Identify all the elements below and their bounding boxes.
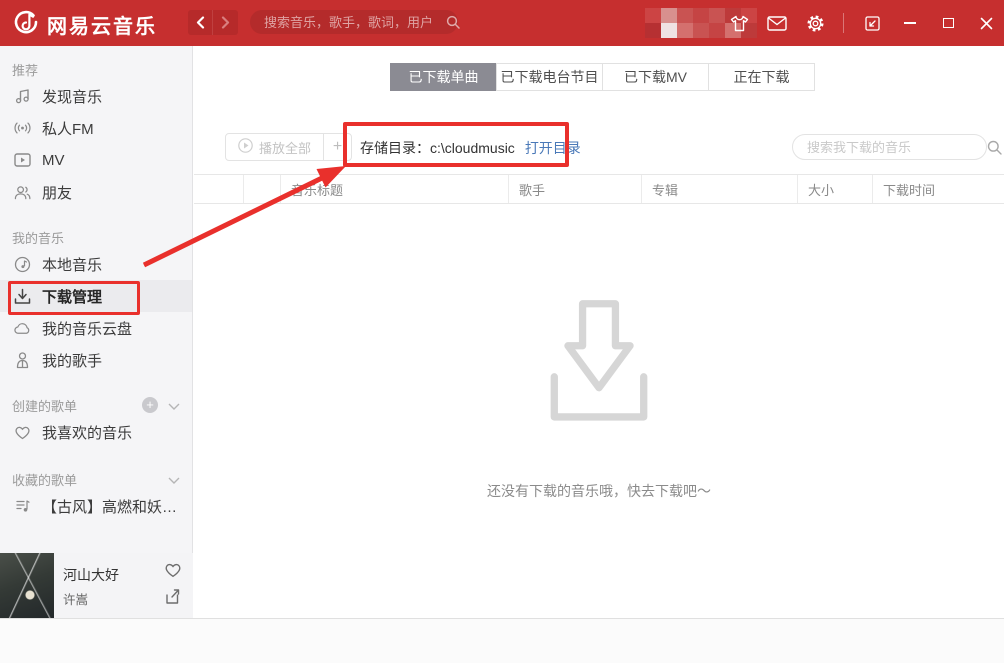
tab-downloaded-mv[interactable]: 已下载MV [602,63,709,91]
nav-back-button[interactable] [188,10,213,35]
sidebar-item-friends[interactable]: 朋友 [0,176,192,208]
download-manager-page: 已下载单曲 已下载电台节目 已下载MV 正在下载 播放全部 + 存储目录：c:\… [194,46,1004,618]
storage-directory: 存储目录：c:\cloudmusic 打开目录 [360,138,581,158]
search-icon[interactable] [987,140,1002,155]
open-directory-link[interactable]: 打开目录 [525,138,581,158]
header-divider [843,13,844,33]
column-album: 专辑 [642,175,798,203]
sidebar-item-cloud-disk[interactable]: 我的音乐云盘 [0,312,192,344]
like-song-icon[interactable] [164,562,182,583]
now-playing-title[interactable]: 河山大好 [63,565,119,585]
download-search-input[interactable] [793,140,987,155]
tab-downloading[interactable]: 正在下载 [708,63,815,91]
global-search-box[interactable] [250,10,458,34]
download-empty-icon [526,421,672,438]
sidebar-item-label: 发现音乐 [42,86,102,107]
empty-state: 还没有下载的音乐哦，快去下载吧～ [194,294,1004,501]
sidebar-item-label: MV [42,152,65,169]
sidebar-item-my-singers[interactable]: 我的歌手 [0,344,192,376]
storage-directory-path: c:\cloudmusic [430,140,515,156]
play-all-button[interactable]: 播放全部 + [225,133,352,161]
music-note-icon [14,88,31,105]
app-window: 网易云音乐 [0,0,1004,663]
skin-icon[interactable] [729,13,749,33]
album-art[interactable] [0,553,54,618]
column-select [194,175,244,203]
sidebar-item-download-manager[interactable]: 下载管理 [0,280,192,312]
sidebar-item-label: 我的歌手 [42,350,102,371]
maximize-icon[interactable] [938,13,958,33]
sidebar: 推荐 发现音乐 私人FM MV 朋友 我的音乐 [0,46,193,553]
download-search-box[interactable] [792,134,987,160]
friends-icon [14,184,31,201]
mini-mode-icon[interactable] [862,13,882,33]
sidebar-item-liked-music[interactable]: 我喜欢的音乐 [0,416,192,448]
download-tabs: 已下载单曲 已下载电台节目 已下载MV 正在下载 [391,63,815,91]
sidebar-item-playlist-gufeng[interactable]: 【古风】高燃和妖气满满... [0,490,192,522]
column-artist: 歌手 [509,175,642,203]
sidebar-item-label: 下载管理 [42,286,102,307]
sidebar-section-recommend: 推荐 [0,46,192,80]
heart-icon [14,424,31,441]
column-size: 大小 [798,175,873,203]
storage-directory-label: 存储目录： [360,138,430,158]
chevron-down-icon[interactable] [168,398,180,413]
sidebar-item-label: 我喜欢的音乐 [42,422,132,443]
tab-downloaded-songs[interactable]: 已下载单曲 [390,63,497,91]
singer-icon [14,352,31,369]
sidebar-item-label: 我的音乐云盘 [42,318,132,339]
add-to-playlist-button[interactable]: + [324,134,351,160]
title-bar: 网易云音乐 [0,0,1004,46]
now-playing-artist[interactable]: 许嵩 [63,589,88,608]
mail-icon[interactable] [767,13,787,33]
download-icon [14,288,31,305]
sidebar-item-label: 【古风】高燃和妖气满满... [42,496,192,517]
sidebar-section-created-playlists: 创建的歌单 + [0,382,192,416]
settings-icon[interactable] [805,13,825,33]
netease-logo-icon [12,8,40,41]
table-header: 音乐标题 歌手 专辑 大小 下载时间 [194,174,1004,204]
tab-downloaded-radio[interactable]: 已下载电台节目 [496,63,603,91]
playlist-icon [14,498,31,515]
chevron-down-icon[interactable] [168,472,180,487]
app-title: 网易云音乐 [47,10,157,39]
sidebar-item-discover[interactable]: 发现音乐 [0,80,192,112]
sidebar-item-personal-fm[interactable]: 私人FM [0,112,192,144]
local-music-icon [14,256,31,273]
player-bar: 00:31 03:16 词 10 [0,618,1004,663]
sidebar-item-mv[interactable]: MV [0,144,192,176]
create-playlist-icon[interactable]: + [142,397,158,413]
share-icon[interactable] [164,588,182,610]
minimize-icon[interactable] [900,13,920,33]
column-download-time: 下载时间 [873,175,1004,203]
close-icon[interactable] [976,13,996,33]
sidebar-item-label: 本地音乐 [42,254,102,275]
app-logo[interactable]: 网易云音乐 [12,8,157,41]
now-playing-panel: 河山大好 许嵩 [0,553,193,618]
column-index [244,175,281,203]
nav-forward-button[interactable] [213,10,238,35]
sidebar-item-label: 朋友 [42,182,72,203]
empty-message: 还没有下载的音乐哦，快去下载吧～ [194,481,1004,501]
sidebar-item-label: 私人FM [42,118,94,139]
mv-icon [14,152,31,169]
sidebar-section-collected-playlists: 收藏的歌单 [0,456,192,490]
sidebar-item-local-music[interactable]: 本地音乐 [0,248,192,280]
fm-icon [14,120,31,137]
search-icon[interactable] [446,15,460,29]
column-title: 音乐标题 [281,175,509,203]
play-circle-icon [238,138,253,156]
cloud-icon [14,320,31,337]
sidebar-section-my-music: 我的音乐 [0,214,192,248]
global-search-input[interactable] [250,15,446,30]
